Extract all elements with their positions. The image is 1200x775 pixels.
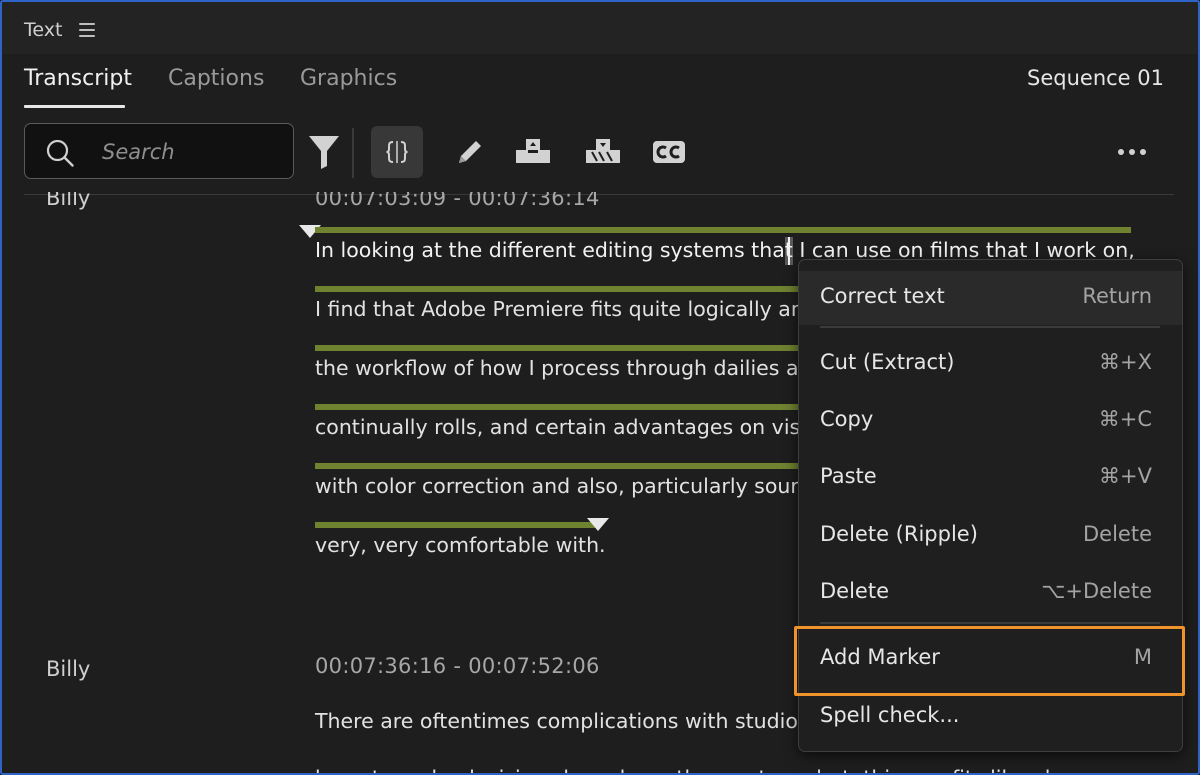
menu-separator <box>820 622 1160 624</box>
menu-item-shortcut: ⌘+C <box>1098 407 1152 431</box>
menu-item-paste[interactable]: Paste ⌘+V <box>799 451 1182 505</box>
menu-item-shortcut: ⌘+V <box>1099 464 1152 488</box>
transcript-line[interactable]: There are oftentimes complications with … <box>315 709 809 733</box>
transcript-line[interactable]: very, very comfortable with. <box>315 533 606 557</box>
create-captions-icon[interactable] <box>643 126 695 178</box>
segment-bar <box>315 404 805 410</box>
menu-item-label: Delete (Ripple) <box>820 522 978 546</box>
tab-captions[interactable]: Captions <box>168 66 264 91</box>
search-box[interactable] <box>24 123 294 179</box>
active-tab-indicator <box>24 105 125 108</box>
menu-item-shortcut: ⌥+Delete <box>1041 579 1152 603</box>
context-menu: Correct text Return Cut (Extract) ⌘+X Co… <box>798 259 1183 752</box>
filter-icon[interactable] <box>299 126 349 178</box>
tab-bar: Transcript Captions Graphics Sequence 01 <box>2 54 1198 116</box>
menu-item-label: Add Marker <box>820 645 940 669</box>
tab-graphics[interactable]: Graphics <box>300 66 397 91</box>
menu-separator <box>820 326 1160 328</box>
segment-timecode: 00:07:36:16 - 00:07:52:06 <box>315 654 600 678</box>
toolbar <box>2 116 1198 195</box>
text-panel: Text Transcript Captions Graphics Sequen… <box>0 0 1200 775</box>
segment-bar <box>315 463 805 469</box>
menu-item-shortcut: Return <box>1082 284 1152 308</box>
panel-menu-icon[interactable] <box>79 23 95 37</box>
transcript-line[interactable]: I find that Adobe Premiere fits quite lo… <box>315 297 804 321</box>
tab-transcript[interactable]: Transcript <box>24 66 132 91</box>
insert-icon[interactable] <box>507 126 559 178</box>
transcript-line[interactable]: have to make decisions based on other sy… <box>315 766 1088 773</box>
menu-item-label: Paste <box>820 464 877 488</box>
menu-item-label: Correct text <box>820 284 945 308</box>
menu-item-shortcut: M <box>1133 645 1152 669</box>
panel-header: Text <box>2 2 1198 55</box>
segment-bar <box>315 522 595 528</box>
menu-item-shortcut: Delete <box>1083 522 1152 546</box>
speaker-label[interactable]: Billy <box>46 657 90 681</box>
sequence-name: Sequence 01 <box>1027 66 1164 90</box>
search-input[interactable] <box>100 136 284 168</box>
menu-item-delete-ripple[interactable]: Delete (Ripple) Delete <box>799 509 1182 563</box>
menu-item-label: Cut (Extract) <box>820 350 955 374</box>
menu-item-label: Spell check... <box>820 703 960 727</box>
transcript-line[interactable]: the workflow of how I process through da… <box>315 356 799 380</box>
text-cursor <box>788 237 790 265</box>
speaker-label[interactable]: Billy <box>46 192 90 210</box>
segment-bar <box>315 227 1131 233</box>
segment-bar <box>315 345 805 351</box>
menu-item-copy[interactable]: Copy ⌘+C <box>799 394 1182 448</box>
menu-item-add-marker[interactable]: Add Marker M <box>799 632 1182 686</box>
edit-pencil-icon[interactable] <box>444 126 496 178</box>
overwrite-icon[interactable] <box>577 126 629 178</box>
segment-bar <box>315 286 805 292</box>
toolbar-divider <box>352 128 354 178</box>
panel-title: Text <box>24 19 63 41</box>
search-icon <box>46 139 74 167</box>
menu-item-delete[interactable]: Delete ⌥+Delete <box>799 566 1182 620</box>
split-segment-icon[interactable] <box>371 126 423 178</box>
menu-item-label: Copy <box>820 407 874 431</box>
segment-out-marker[interactable] <box>587 518 609 531</box>
menu-item-correct-text[interactable]: Correct text Return <box>799 271 1182 325</box>
transcript-line[interactable]: continually rolls, and certain advantage… <box>315 415 813 439</box>
menu-item-label: Delete <box>820 579 889 603</box>
menu-item-cut-extract[interactable]: Cut (Extract) ⌘+X <box>799 337 1182 391</box>
transcript-line[interactable]: with color correction and also, particul… <box>315 474 799 498</box>
menu-item-shortcut: ⌘+X <box>1099 350 1152 374</box>
more-options-icon[interactable] <box>1106 126 1158 178</box>
menu-item-spell-check[interactable]: Spell check... <box>799 690 1182 744</box>
segment-timecode: 00:07:03:09 - 00:07:36:14 <box>315 192 600 210</box>
